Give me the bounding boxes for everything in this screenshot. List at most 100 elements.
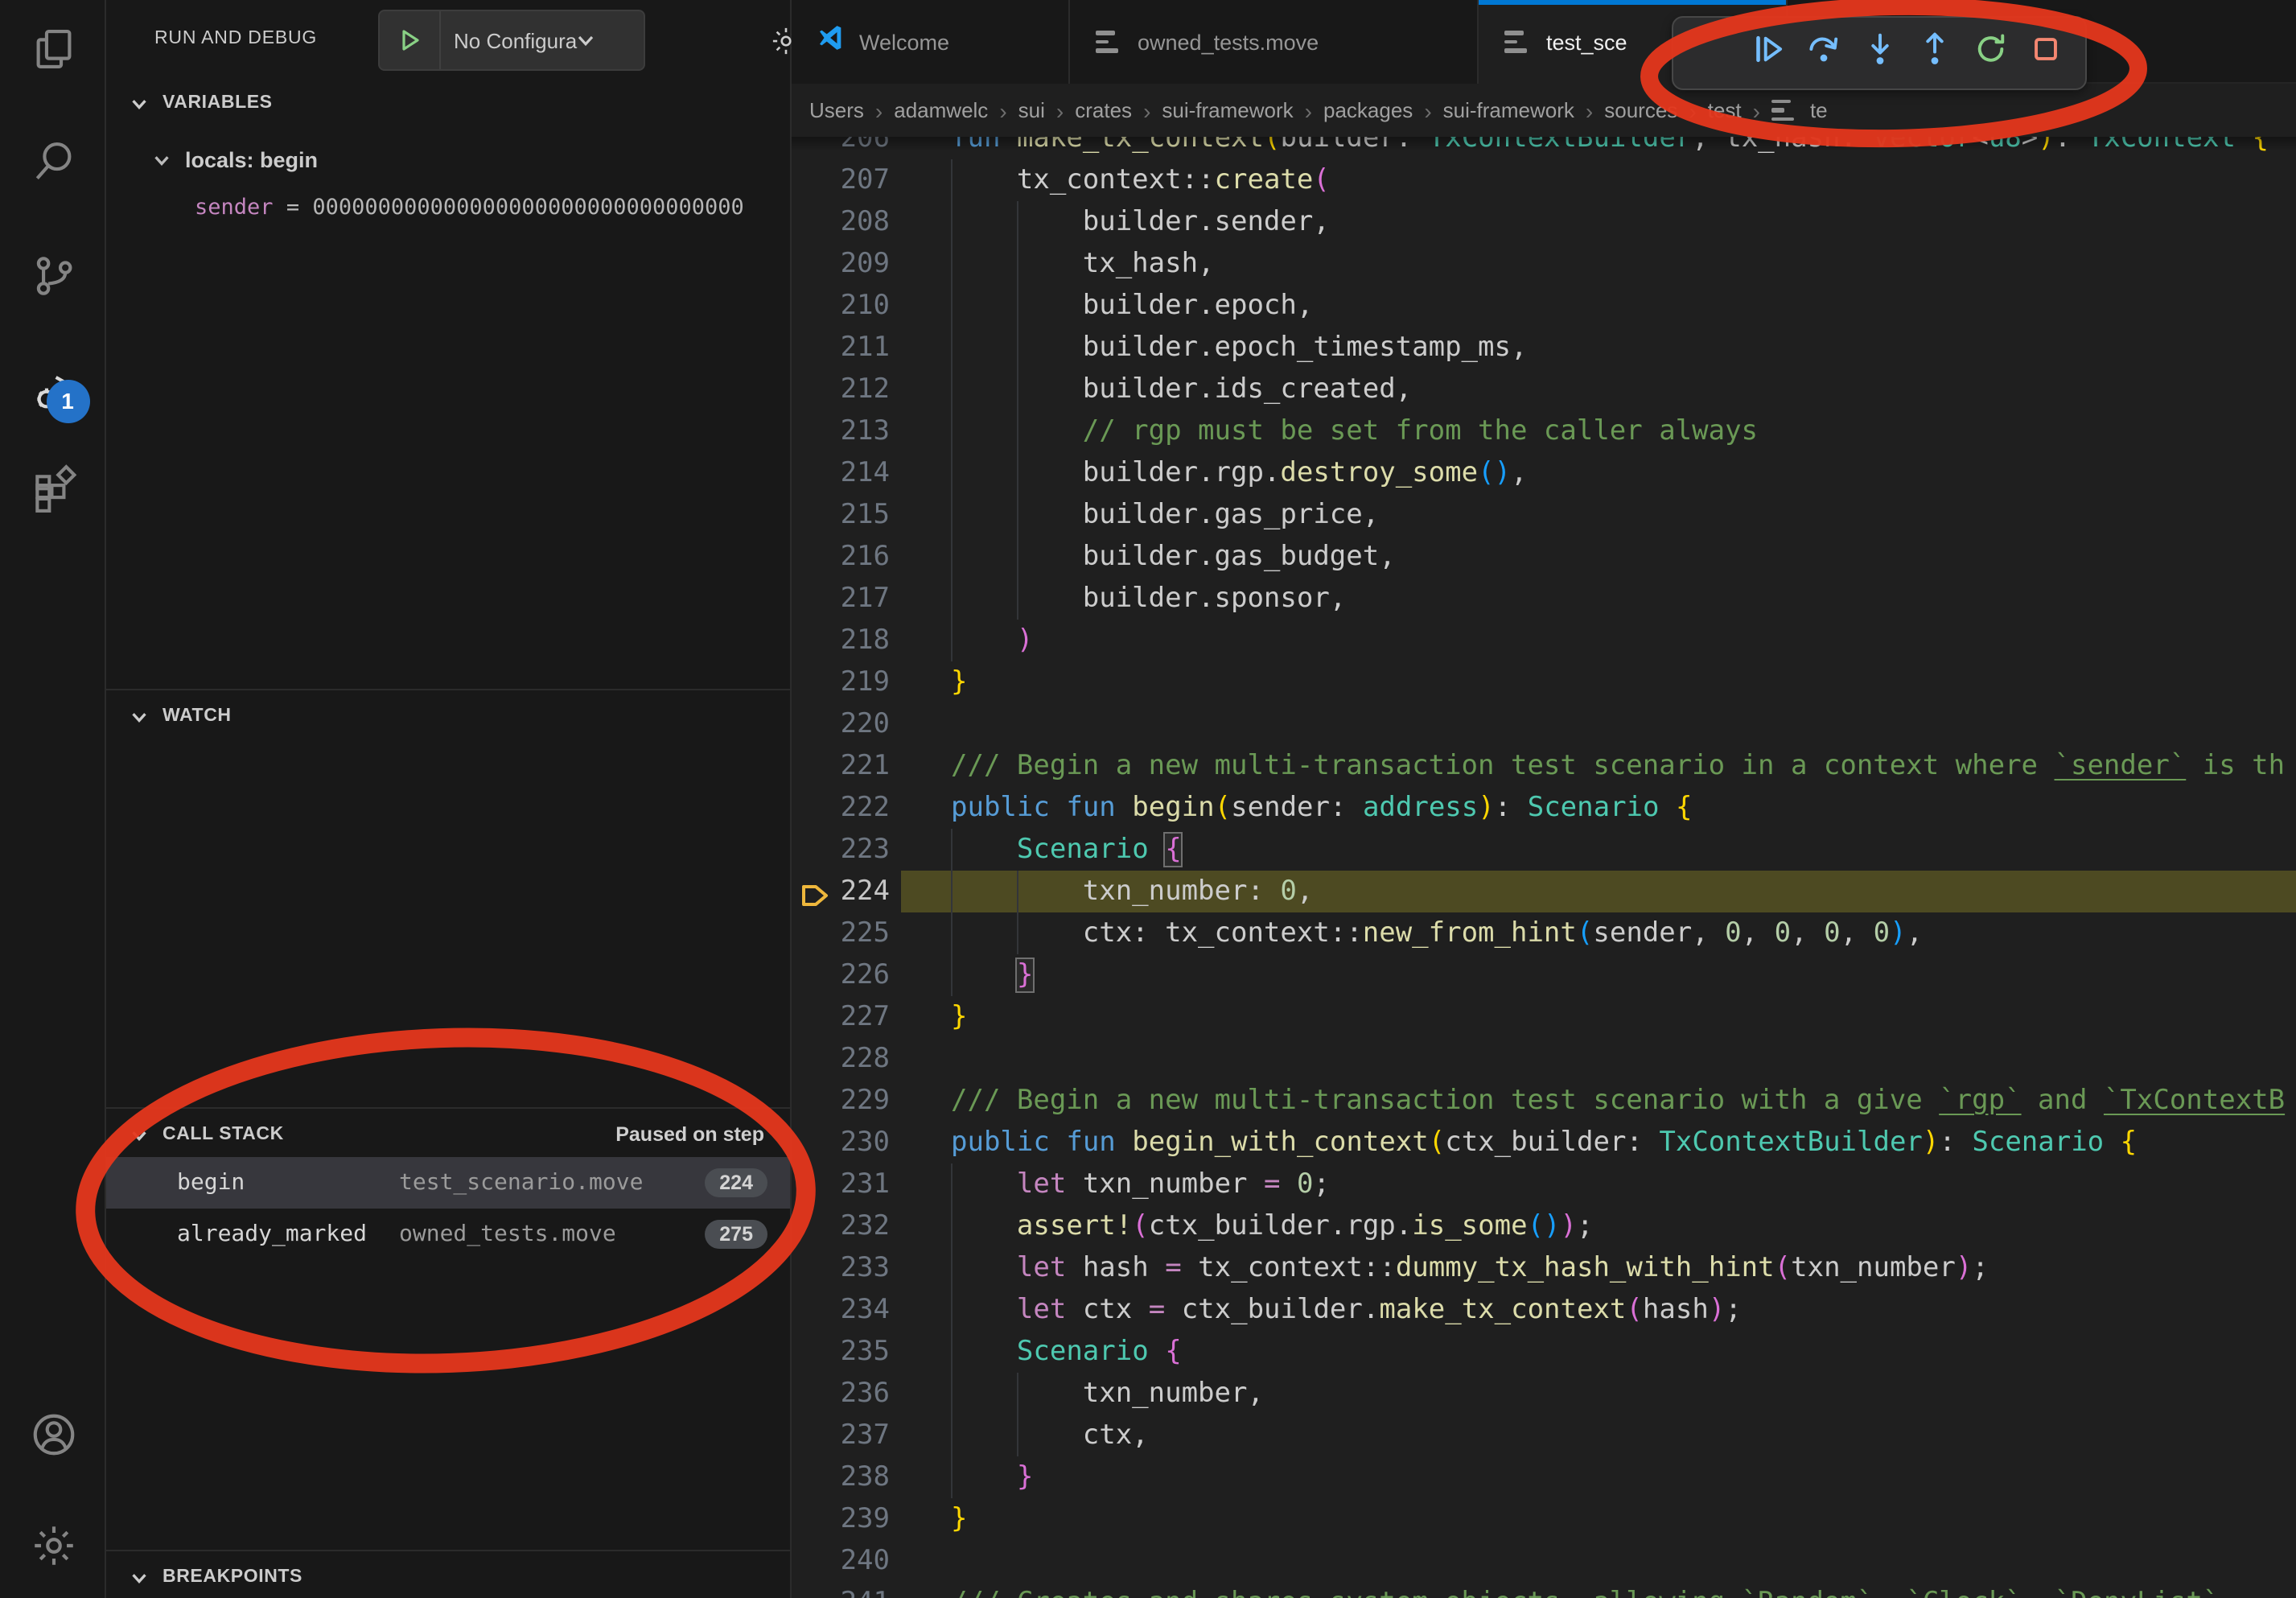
code-line-239[interactable]: 239}	[792, 1498, 2296, 1540]
code-line-220[interactable]: 220	[792, 703, 2296, 745]
step-over-button[interactable]	[1800, 24, 1846, 82]
line-number: 220	[792, 703, 890, 745]
breadcrumb-item[interactable]: packages	[1323, 98, 1413, 122]
line-text: builder.sponsor,	[951, 578, 1346, 620]
line-text: txn_number: 0,	[951, 871, 1313, 912]
breadcrumb-item[interactable]: adamwelc	[894, 98, 988, 122]
breadcrumb-item[interactable]: Users	[809, 98, 864, 122]
watch-section-header[interactable]: WATCH	[106, 690, 790, 742]
line-number: 237	[792, 1415, 890, 1456]
watch-title: WATCH	[163, 706, 232, 726]
code-line-241[interactable]: 241/// Creates and shares system objects…	[792, 1582, 2296, 1598]
code-line-230[interactable]: 230public fun begin_with_context(ctx_bui…	[792, 1122, 2296, 1163]
activity-item-accounts[interactable]	[0, 1394, 106, 1484]
account-icon	[28, 1410, 78, 1468]
step-into-button[interactable]	[1856, 24, 1902, 82]
code-line-229[interactable]: 229/// Begin a new multi-transaction tes…	[792, 1080, 2296, 1122]
code-line-238[interactable]: 238 }	[792, 1456, 2296, 1498]
line-text: // rgp must be set from the caller alway…	[951, 410, 1758, 452]
code-line-232[interactable]: 232 assert!(ctx_builder.rgp.is_some());	[792, 1205, 2296, 1247]
line-text: /// Begin a new multi-transaction test s…	[951, 745, 2285, 787]
variables-title: VARIABLES	[163, 93, 273, 113]
breadcrumb-item[interactable]: sui-framework	[1162, 98, 1293, 122]
call-stack-section-header[interactable]: CALL STACK Paused on step	[106, 1109, 790, 1160]
code-line-234[interactable]: 234 let ctx = ctx_builder.make_tx_contex…	[792, 1289, 2296, 1331]
line-text: assert!(ctx_builder.rgp.is_some());	[951, 1205, 1594, 1247]
code-line-218[interactable]: 218 )	[792, 620, 2296, 661]
launch-configuration-button[interactable]: No Configura	[378, 10, 645, 71]
code-area[interactable]: 206fun make_tx_context(builder: TxContex…	[792, 0, 2296, 1598]
line-text: }	[951, 996, 968, 1038]
breadcrumb-item[interactable]: sources	[1604, 98, 1677, 122]
activity-item-run-and-debug[interactable]: 1	[0, 346, 106, 436]
stop-button[interactable]	[2023, 24, 2069, 82]
line-text: }	[951, 1498, 968, 1540]
code-line-221[interactable]: 221 /// Begin a new multi-transaction tes…	[792, 745, 2296, 787]
variables-scope-row[interactable]: locals: begin	[106, 135, 790, 183]
move-file-icon	[1771, 100, 1799, 121]
variable-row[interactable]: sender = 0000000000000000000000000000000…	[106, 183, 790, 232]
debug-step-out-icon	[1916, 31, 1953, 76]
tab-label: Welcome	[859, 30, 949, 54]
restart-button[interactable]	[1968, 24, 2014, 82]
start-debug-play-icon[interactable]	[380, 11, 441, 69]
configuration-dropdown[interactable]: No Configura	[441, 28, 577, 52]
code-line-227[interactable]: 227}	[792, 996, 2296, 1038]
frame-function: begin	[177, 1170, 399, 1196]
debug-toolbar	[1672, 16, 2087, 90]
tab-label: test_sce	[1546, 30, 1627, 54]
line-number: 239	[792, 1498, 890, 1540]
breadcrumb-item[interactable]: crates	[1075, 98, 1132, 122]
breakpoints-section-header[interactable]: BREAKPOINTS	[106, 1551, 790, 1598]
line-number: 210	[792, 285, 890, 327]
activity-item-source-control[interactable]	[0, 235, 106, 325]
code-line-207[interactable]: 207 tx_context::create(	[792, 159, 2296, 201]
breadcrumb[interactable]: Users›adamwelc›sui›crates›sui-framework›…	[792, 84, 2296, 137]
variables-section-header[interactable]: VARIABLES	[106, 77, 790, 129]
line-number: 231	[792, 1163, 890, 1205]
call-stack-title: CALL STACK	[163, 1125, 284, 1144]
code-line-222[interactable]: 222public fun begin(sender: address): Sc…	[792, 787, 2296, 829]
line-text: /// Creates and shares system objects, a…	[951, 1582, 2219, 1598]
line-number: 217	[792, 578, 890, 620]
activity-item-extensions[interactable]	[0, 447, 106, 537]
breadcrumb-item[interactable]: sui	[1018, 98, 1045, 122]
code-line-228[interactable]: 228	[792, 1038, 2296, 1080]
code-line-231[interactable]: 231 let txn_number = 0;	[792, 1163, 2296, 1205]
indent-guide	[951, 1163, 953, 1498]
code-line-226[interactable]: 226 }	[792, 954, 2296, 996]
code-line-240[interactable]: 240	[792, 1540, 2296, 1582]
activity-item-settings[interactable]	[0, 1505, 106, 1595]
frame-line-badge: 224	[705, 1168, 767, 1197]
breadcrumb-item[interactable]: te	[1810, 98, 1828, 122]
breadcrumb-separator: ›	[1424, 97, 1431, 123]
continue-button[interactable]	[1745, 24, 1791, 82]
tab-welcome[interactable]: Welcome	[792, 0, 1070, 84]
line-number: 209	[792, 243, 890, 285]
step-out-button[interactable]	[1912, 24, 1958, 82]
line-text: let txn_number = 0;	[951, 1163, 1330, 1205]
line-text: builder.rgp.destroy_some(),	[951, 452, 1528, 494]
line-text: ctx: tx_context::new_from_hint(sender, 0…	[951, 912, 1923, 954]
tab-label: owned_tests.move	[1138, 30, 1319, 54]
code-line-219[interactable]: 219}	[792, 661, 2296, 703]
breadcrumb-item[interactable]: sui-framework	[1443, 98, 1574, 122]
code-line-235[interactable]: 235 Scenario {	[792, 1331, 2296, 1373]
chevron-down-icon	[129, 93, 150, 113]
breadcrumb-separator: ›	[1586, 97, 1593, 123]
tab-owned-tests-move[interactable]: owned_tests.move	[1070, 0, 1479, 84]
frame-file: test_scenario.move	[399, 1170, 705, 1196]
drag-handle[interactable]	[1689, 24, 1735, 82]
code-line-223[interactable]: 223 Scenario {	[792, 829, 2296, 871]
chevron-down-icon	[129, 1124, 150, 1145]
activity-item-explorer[interactable]	[0, 8, 106, 98]
call-stack-frame[interactable]: already_markedowned_tests.move275	[106, 1209, 790, 1260]
line-text: builder.gas_price,	[951, 494, 1379, 536]
call-stack-frame[interactable]: begintest_scenario.move224	[106, 1157, 790, 1209]
breadcrumb-item[interactable]: test	[1708, 98, 1742, 122]
breadcrumb-separator: ›	[1056, 97, 1064, 123]
line-text: Scenario {	[951, 1331, 1182, 1373]
code-line-233[interactable]: 233 let hash = tx_context::dummy_tx_hash…	[792, 1247, 2296, 1289]
line-number: 221	[792, 745, 890, 787]
activity-item-search[interactable]	[0, 121, 106, 211]
